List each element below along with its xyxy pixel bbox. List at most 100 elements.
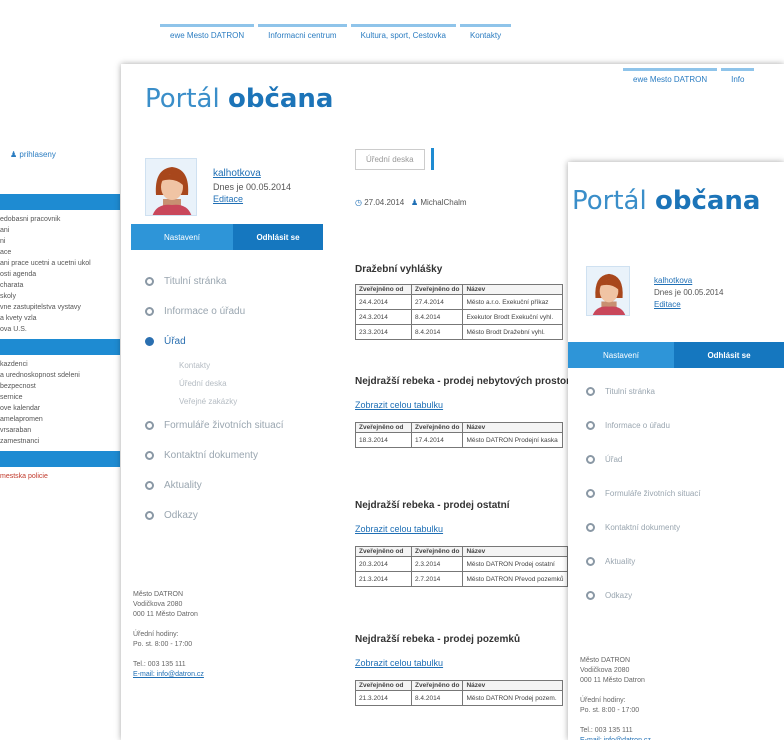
edit-link[interactable]: Editace [213,194,243,204]
menu-item[interactable]: sernice [0,392,120,403]
table-cell: 2.7.2014 [410,571,464,587]
menu-item[interactable]: skoly [0,291,120,302]
menu-item[interactable]: ani [0,225,120,236]
table-cell: 24.4.2014 [355,294,412,310]
nav-item[interactable]: Titulní stránka [145,266,325,296]
menu-item[interactable]: ni [0,236,120,247]
menu-item[interactable]: mestska policie [0,471,120,482]
menu-item[interactable]: edobasni pracovnik [0,214,120,225]
back-user[interactable]: ♟ prihlaseny [10,150,56,159]
radio-icon [145,276,154,286]
nav-item[interactable]: Kontaktní dokumenty [145,440,325,470]
nav-item[interactable]: Informace o úřadu [145,296,325,326]
nav-item-label: Odkazy [605,590,633,600]
nav-item[interactable]: Aktuality [145,470,325,500]
nav-item[interactable]: Titulní stránka [586,374,776,408]
logout-tab[interactable]: Odhlásit se [674,342,784,368]
settings-tab[interactable]: Nastavení [568,342,674,368]
table-row[interactable]: 21.3.2014 8.4.2014 Město DATRON Prodej poz… [355,690,564,706]
breadcrumb-bar [430,148,434,170]
portal-title: Portál občana [572,186,761,216]
address-line: Tel.: 003 135 111 [133,661,186,668]
nav-item[interactable]: Úřad [145,326,325,356]
table-row[interactable]: 24.3.2014 8.4.2014 Exekutor Brodt Exekuční… [355,309,564,325]
back-nav-item[interactable]: Informacni centrum [258,24,347,44]
table-header-row: Zveřejněno od Zveřejněno do Název [355,680,564,691]
nav-subitem[interactable]: Úřední deska [145,374,325,392]
table-cell: Město Brodt Dražební vyhl. [462,324,564,340]
address-line: Po. st. 8:00 - 17:00 [580,707,640,714]
menu-item[interactable]: vrsaraban [0,425,120,436]
back-nav-item[interactable]: Kontakty [459,24,512,44]
logout-tab[interactable]: Odhlásit se [233,224,323,250]
meta-date: 27.04.2014 [364,198,405,207]
back-nav-item[interactable]: Kultura, sport, Cestovka [350,24,456,44]
nav-subitem[interactable]: Veřejné zakázky [145,392,325,410]
address-block: Město DATRON Vodičkova 2080 000 11 Město D… [133,590,283,680]
section-title: Nejdražší rebeka - prodej ostatní [355,500,510,511]
menu-item[interactable]: bezpecnost [0,381,120,392]
radio-icon [586,454,595,464]
table-header-cell: Zveřejněno do [410,284,464,295]
menu-item[interactable]: ani prace ucetni a ucetni ukol [0,258,120,269]
account-tabs: Nastavení Odhlásit se [568,342,784,368]
menu-item[interactable]: charata [0,280,120,291]
nav-item-label: Formuláře životních situací [164,419,284,431]
table-cell: Město DATRON Prodej ostatní [462,556,568,572]
nav-item[interactable]: Odkazy [586,578,776,612]
edit-link[interactable]: Editace [654,300,681,309]
show-table-link[interactable]: Zobrazit celou tabulku [355,400,443,410]
menu-item[interactable]: osti agenda [0,269,120,280]
radio-icon [145,510,154,520]
nav-item[interactable]: Odkazy [145,500,325,530]
menu-item[interactable]: ace [0,247,120,258]
address-line: 000 11 Město Datron [133,611,198,618]
table-header-cell: Zveřejněno do [410,680,464,691]
table-row[interactable]: 23.3.2014 8.4.2014 Město Brodt Dražební vy… [355,324,564,340]
nav-item[interactable]: Kontaktní dokumenty [586,510,776,544]
menu-item[interactable]: kazdenci [0,359,120,370]
mid-nav-item[interactable]: ewe Mesto DATRON [623,68,718,88]
nav-item[interactable]: Úřad [586,442,776,476]
show-table-link[interactable]: Zobrazit celou tabulku [355,658,443,668]
menu-item[interactable]: amelapromen [0,414,120,425]
mid-nav-item[interactable]: Info [721,68,755,88]
nav-subitem[interactable]: Kontakty [145,356,325,374]
table-header-cell: Zveřejněno od [355,680,412,691]
address-line: Úřední hodiny: [133,631,179,638]
nav-item[interactable]: Formuláře životních situací [586,476,776,510]
mid-top-nav: ewe Mesto DATRON Info [623,68,758,88]
table-header-cell: Zveřejněno do [410,422,464,433]
back-user-label: prihlaseny [19,150,56,159]
menu-item[interactable]: a urednoskopnost sdeleni [0,370,120,381]
radio-icon [586,488,595,498]
username-link[interactable]: kalhotkova [654,276,692,285]
nav-item[interactable]: Formuláře životních situací [145,410,325,440]
address-line[interactable]: E-mail: info@datron.cz [580,736,730,740]
show-table-link[interactable]: Zobrazit celou tabulku [355,524,443,534]
table-row[interactable]: 24.4.2014 27.4.2014 Město a.r.o. Exekuční … [355,294,564,310]
data-table: Zveřejněno od Zveřejněno do Název 24.4.2014… [355,284,564,340]
table-row[interactable]: 20.3.2014 2.3.2014 Město DATRON Prodej ost… [355,556,568,572]
table-row[interactable]: 21.3.2014 2.7.2014 Město DATRON Převod poz… [355,571,568,587]
menu-item[interactable]: ove kalendar [0,403,120,414]
settings-tab[interactable]: Nastavení [131,224,233,250]
nav-item[interactable]: Informace o úřadu [586,408,776,442]
address-line [133,620,283,630]
back-nav-item[interactable]: ewe Mesto DATRON [160,24,255,44]
front-window: Portál občana kalhotkova Dnes je 00.05.2… [568,162,784,740]
table-row[interactable]: 18.3.2014 17.4.2014 Město DATRON Prodejní … [355,432,564,448]
section-title: Dražební vyhlášky [355,264,443,275]
radio-icon [586,590,595,600]
address-line: Vodičkova 2080 [580,667,630,674]
menu-section-bar [0,451,120,467]
menu-item[interactable]: a kvety vzla [0,313,120,324]
table-header-cell: Název [462,422,564,433]
menu-item[interactable]: ova U.S. [0,324,120,335]
breadcrumb-box[interactable]: Úřední deska [355,148,425,170]
username-link[interactable]: kalhotkova [213,168,261,179]
menu-item[interactable]: zamestnanci [0,436,120,447]
menu-item[interactable]: vne zastupitelstva vystavy [0,302,120,313]
nav-item[interactable]: Aktuality [586,544,776,578]
address-line[interactable]: E-mail: info@datron.cz [133,670,283,680]
